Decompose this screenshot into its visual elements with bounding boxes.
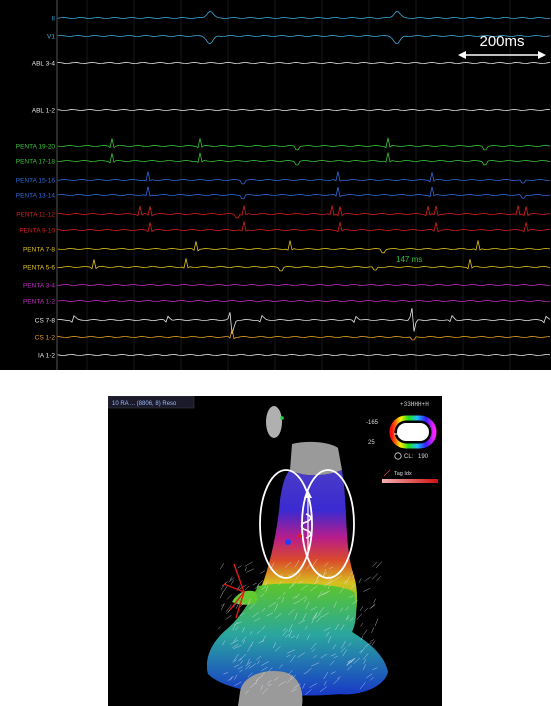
channel-label: PENTA 13-14 [16, 193, 56, 200]
time-scale-label: 200ms [479, 33, 524, 50]
activation-map-panel: 10 RA ... (8806, 8) Reso +33HHH+H -165 2… [108, 396, 442, 706]
channel-label: V1 [47, 34, 55, 41]
electrogram-panel: II V1 ABL 3-4 ABL 1-2 PENTA 19-20 PENTA 17-18… [0, 0, 551, 370]
cycle-length-label: CL: [404, 454, 414, 460]
channel-label: ABL 1-2 [32, 108, 56, 115]
channel-label: II [51, 16, 55, 23]
map-header-ticks: +33HHH+H [400, 401, 429, 408]
channel-label: PENTA 11-12 [16, 212, 55, 219]
channel-label: PENTA 1-2 [23, 299, 55, 306]
ablation-point [285, 539, 291, 545]
channel-label: PENTA 17-18 [16, 159, 56, 166]
map-selector-label: 10 RA ... (8806, 8) Reso [112, 401, 177, 407]
channel-label: CS 7-8 [35, 318, 56, 325]
cycle-length-value: 190 [418, 454, 429, 460]
scale-min-label: 25 [368, 440, 375, 446]
channel-label: PENTA 19-20 [16, 144, 56, 151]
channel-label: PENTA 3-4 [23, 283, 55, 290]
tag-index-bar [382, 479, 438, 483]
channel-label: ABL 3-4 [32, 61, 56, 68]
channel-label: CS 1-2 [35, 335, 56, 342]
svc-region [290, 441, 342, 476]
scale-max-label: -165 [366, 420, 379, 426]
map-selector-dropdown[interactable]: 10 RA ... (8806, 8) Reso [108, 396, 195, 409]
channel-label: IA 1-2 [38, 353, 55, 360]
channel-label: PENTA 15-16 [16, 178, 56, 185]
channel-label: PENTA 5-6 [23, 265, 55, 272]
catheter-tip [266, 406, 282, 438]
interval-annotation: 147 ms [396, 255, 422, 264]
channel-label: PENTA 7-8 [23, 247, 55, 254]
channel-label: PENTA 9-10 [19, 228, 55, 235]
tag-index-label: Tag Idx [394, 471, 412, 477]
